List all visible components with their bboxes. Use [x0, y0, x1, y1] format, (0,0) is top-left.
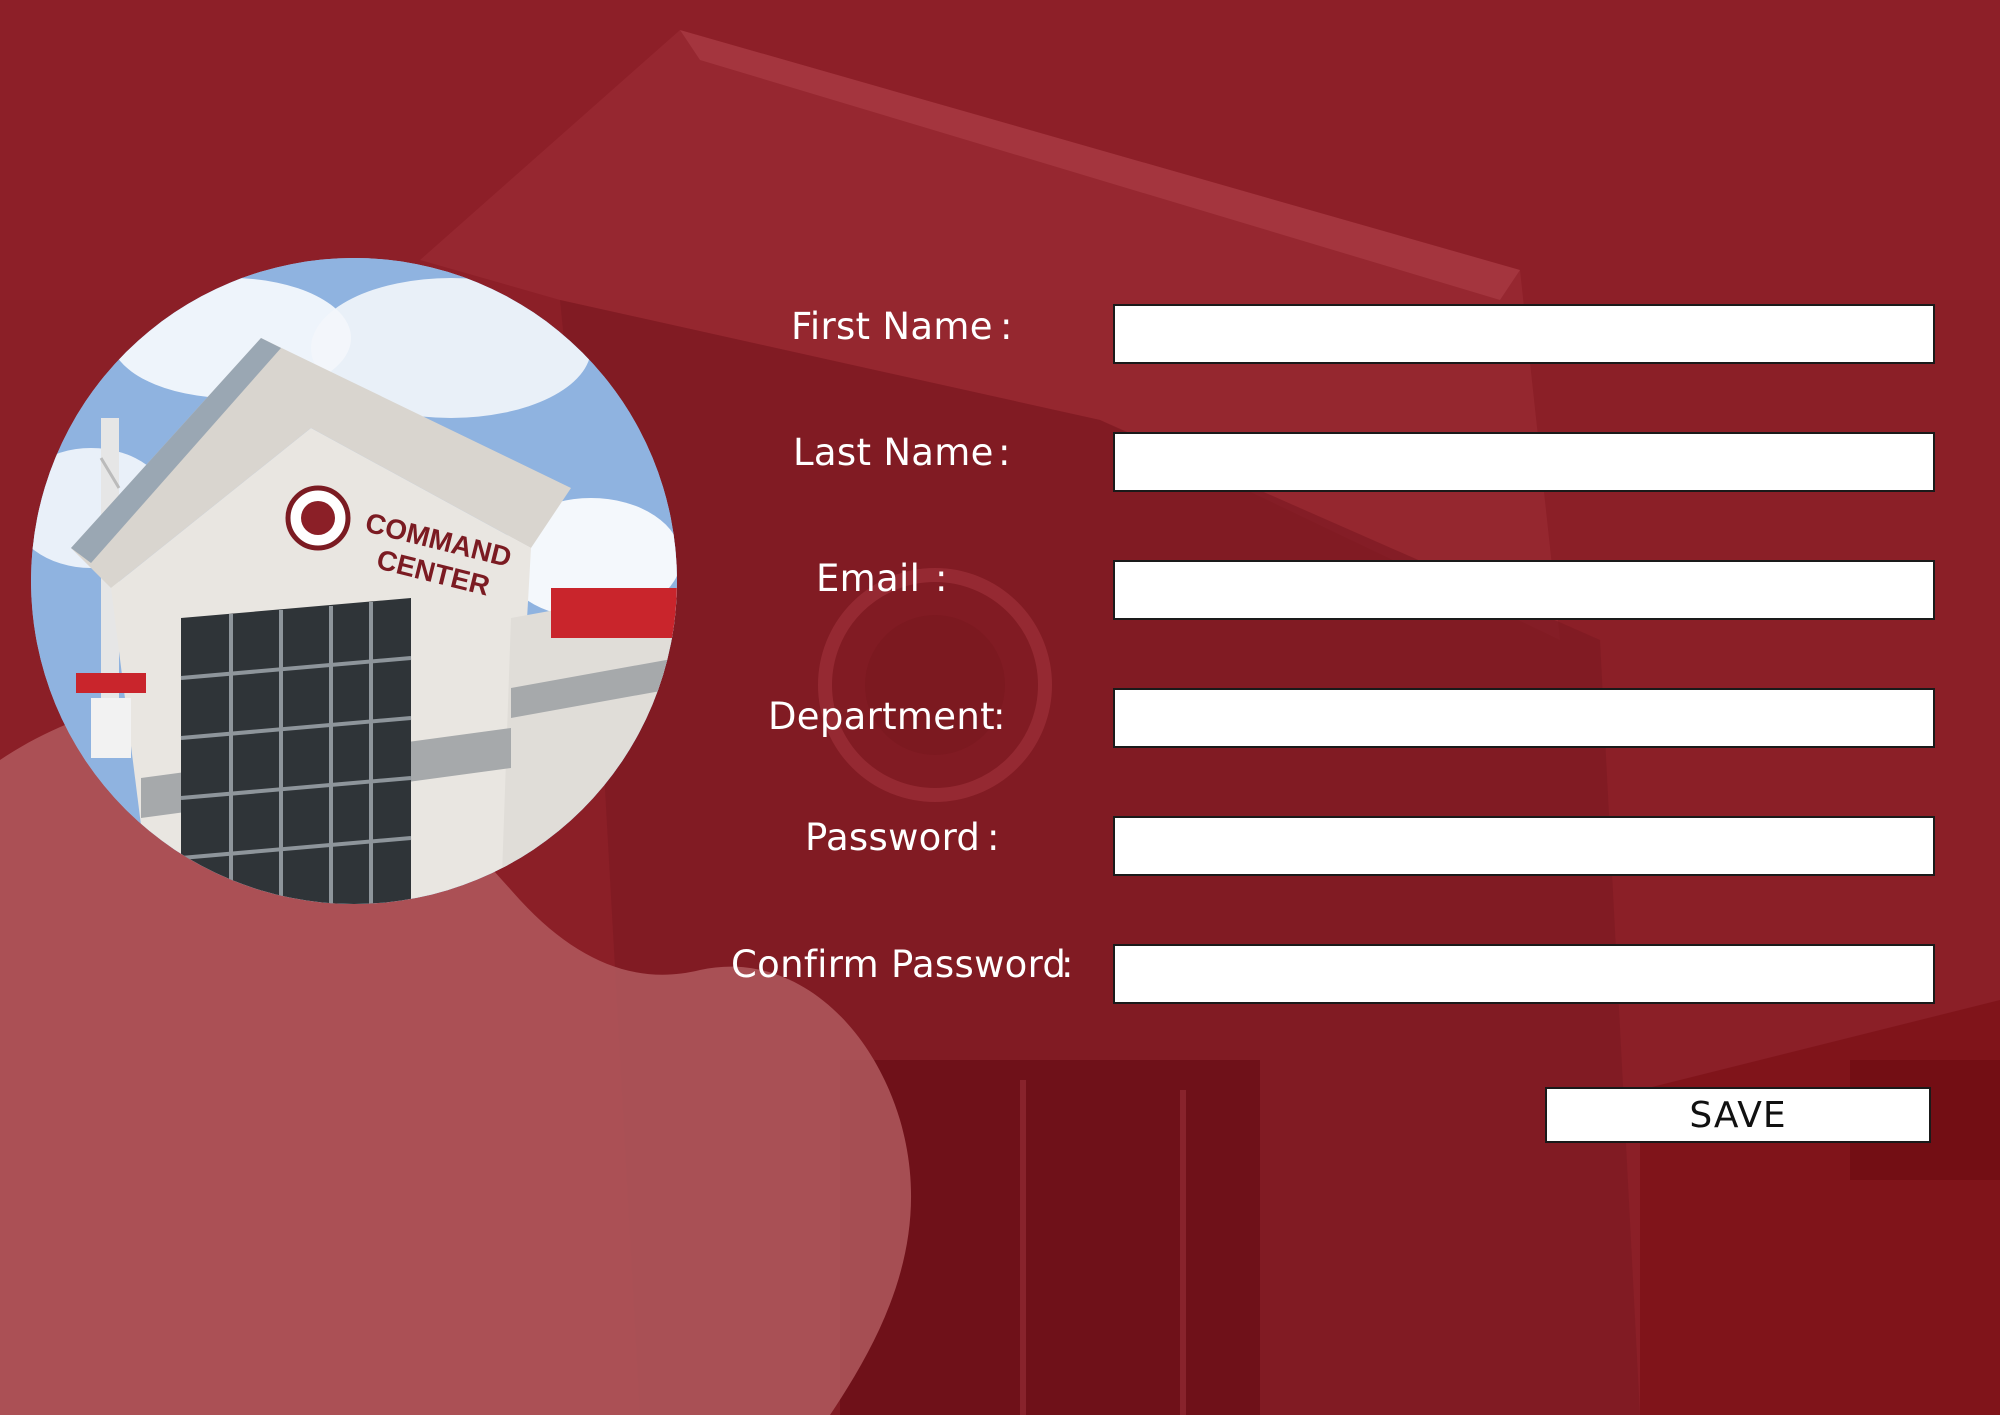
confirm-password-colon: :: [1061, 943, 1074, 986]
password-colon: :: [987, 816, 1000, 859]
password-field[interactable]: [1113, 816, 1935, 876]
first-name-field[interactable]: [1113, 304, 1935, 364]
first-name-label: First Name: [791, 305, 993, 348]
last-name-field[interactable]: [1113, 432, 1935, 492]
registration-page: COMMAND CENTER First Name : Last Name : …: [0, 0, 2000, 1415]
last-name-label: Last Name: [793, 431, 994, 474]
confirm-password-field[interactable]: [1113, 944, 1935, 1004]
save-button[interactable]: SAVE: [1545, 1087, 1931, 1143]
department-colon: :: [993, 695, 1006, 738]
email-label: Email: [816, 557, 921, 600]
password-label: Password: [805, 816, 981, 859]
email-field[interactable]: [1113, 560, 1935, 620]
first-name-colon: :: [1000, 305, 1013, 348]
department-field[interactable]: [1113, 688, 1935, 748]
email-colon: :: [935, 557, 948, 600]
confirm-password-label: Confirm Password: [731, 943, 1067, 986]
department-label: Department: [768, 695, 995, 738]
last-name-colon: :: [998, 431, 1011, 474]
